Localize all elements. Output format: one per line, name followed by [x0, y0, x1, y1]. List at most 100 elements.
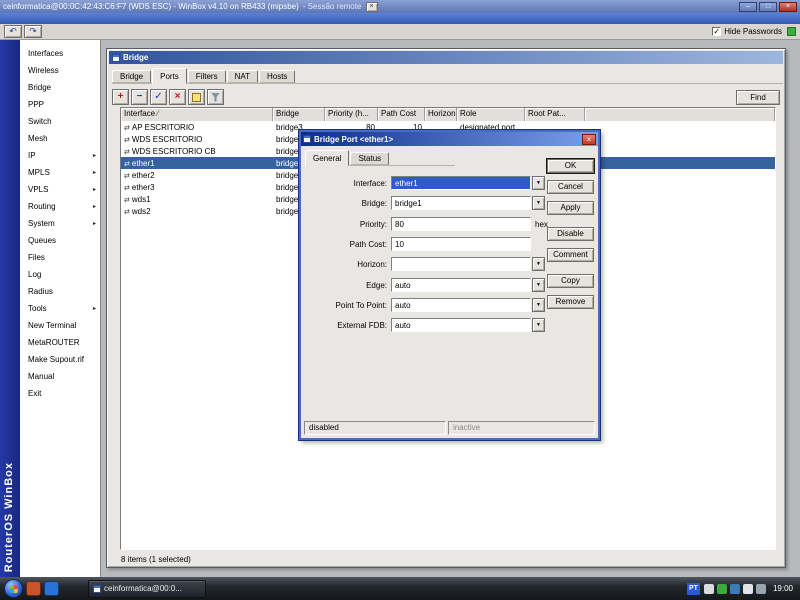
sidebar-item-new-terminal[interactable]: New Terminal: [20, 317, 100, 334]
sidebar-item-mesh[interactable]: Mesh: [20, 130, 100, 147]
column-header-role[interactable]: Role: [457, 108, 525, 121]
cancel-button[interactable]: Cancel: [547, 180, 594, 194]
sidebar-item-label: Exit: [28, 389, 42, 398]
volume-icon[interactable]: [742, 583, 753, 594]
sidebar-item-bridge[interactable]: Bridge: [20, 79, 100, 96]
sidebar-item-log[interactable]: Log: [20, 266, 100, 283]
sidebar-item-vpls[interactable]: VPLS ▸: [20, 181, 100, 198]
sidebar-item-ip[interactable]: IP ▸: [20, 147, 100, 164]
dialog-tab-general[interactable]: General: [305, 150, 350, 166]
network-icon[interactable]: [755, 583, 766, 594]
tab-hosts[interactable]: Hosts: [258, 70, 296, 83]
column-header-priority-h[interactable]: Priority (h...: [325, 108, 378, 121]
sidebar-item-label: MetaROUTER: [28, 338, 80, 347]
bridge-window-titlebar[interactable]: Bridge: [109, 51, 783, 64]
dropdown-arrow-icon[interactable]: ▼: [532, 318, 545, 332]
dropdown-arrow-icon[interactable]: ▼: [532, 278, 545, 292]
bridge-input[interactable]: bridge1: [391, 196, 531, 210]
sidebar-item-mpls[interactable]: MPLS ▸: [20, 164, 100, 181]
bridge-window-title: Bridge: [123, 53, 149, 62]
tab-ports[interactable]: Ports: [152, 68, 187, 84]
column-header-interface[interactable]: Interface ∕: [121, 108, 273, 121]
interface-input[interactable]: ether1: [391, 176, 531, 190]
sidebar-item-queues[interactable]: Queues: [20, 232, 100, 249]
sidebar-item-make-supout-rif[interactable]: Make Supout.rif: [20, 351, 100, 368]
priority-input[interactable]: 80: [391, 217, 531, 231]
sidebar-item-metarouter[interactable]: MetaROUTER: [20, 334, 100, 351]
sidebar-item-label: System: [28, 219, 55, 228]
hide-passwords-checkbox[interactable]: ✓: [712, 27, 722, 36]
dialog-tab-status[interactable]: Status: [350, 152, 390, 165]
apply-button[interactable]: Apply: [547, 201, 594, 215]
interface-name: wds1: [131, 194, 151, 204]
explorer-icon[interactable]: [44, 581, 59, 596]
dropdown-arrow-icon[interactable]: ▼: [532, 298, 545, 312]
disable-button[interactable]: ×: [169, 89, 186, 105]
remove-button[interactable]: −: [131, 89, 148, 105]
sidebar-item-files[interactable]: Files: [20, 249, 100, 266]
sidebar-item-wireless[interactable]: Wireless: [20, 62, 100, 79]
disable-icon: ×: [174, 91, 181, 102]
path-cost-input[interactable]: 10: [391, 237, 531, 251]
language-indicator[interactable]: PT: [686, 582, 700, 595]
taskbar-task-button[interactable]: ceinformatica@00:0...: [88, 579, 206, 598]
task-icon: [93, 584, 101, 593]
winbox-client-area: RouterOS WinBox Interfaces Wireless Bridge…: [0, 40, 800, 577]
dialog-titlebar[interactable]: Bridge Port <ether1> ×: [301, 132, 598, 146]
maximize-button[interactable]: □: [759, 1, 777, 12]
sidebar-item-exit[interactable]: Exit: [20, 385, 100, 402]
hide-passwords[interactable]: ✓ Hide Passwords: [712, 27, 796, 36]
browser-icon[interactable]: [26, 581, 41, 596]
updown-arrow-icon[interactable]: ▼: [532, 257, 545, 271]
dropdown-arrow-icon[interactable]: ▼: [532, 176, 545, 190]
dialog-close-button[interactable]: ×: [582, 133, 596, 145]
remove-button[interactable]: Remove: [547, 295, 594, 309]
minimize-button[interactable]: –: [739, 1, 757, 12]
tab-bridge[interactable]: Bridge: [112, 70, 152, 83]
external-fdb-input[interactable]: auto: [391, 318, 531, 332]
bridge-port-dialog: Bridge Port <ether1> × General Status Int…: [299, 130, 600, 440]
field-label: Path Cost:: [349, 239, 387, 249]
keyboard-icon[interactable]: [703, 583, 714, 594]
close-button[interactable]: ×: [779, 1, 797, 12]
sidebar-item-system[interactable]: System ▸: [20, 215, 100, 232]
column-header-bridge[interactable]: Bridge: [273, 108, 325, 121]
undo-button[interactable]: ↶: [4, 25, 22, 38]
comment-button[interactable]: Comment: [547, 248, 594, 262]
sidebar-item-switch[interactable]: Switch: [20, 113, 100, 130]
security-icon[interactable]: [716, 583, 727, 594]
ok-button[interactable]: OK: [547, 159, 594, 173]
sidebar-item-tools[interactable]: Tools ▸: [20, 300, 100, 317]
tab-nat[interactable]: NAT: [226, 70, 258, 83]
comment-button[interactable]: [188, 89, 205, 105]
add-button[interactable]: +: [112, 89, 129, 105]
sidebar-item-radius[interactable]: Radius: [20, 283, 100, 300]
horizon-input[interactable]: [391, 257, 531, 271]
dropdown-arrow-icon[interactable]: ▼: [532, 196, 545, 210]
column-header-horizon[interactable]: Horizon: [425, 108, 457, 121]
redo-button[interactable]: ↷: [24, 25, 42, 38]
sidebar-item-ppp[interactable]: PPP: [20, 96, 100, 113]
port-icon: ⇄: [124, 184, 130, 192]
display-icon[interactable]: [729, 583, 740, 594]
remote-titlebar[interactable]: ceinformatica@00:0C:42:43:C6:F7 (WDS ESC…: [0, 0, 800, 13]
point-to-point-input[interactable]: auto: [391, 298, 531, 312]
field-row-external-fdb: External FDB: auto ▼: [307, 318, 598, 332]
session-close-button[interactable]: ×: [365, 1, 378, 12]
sidebar-item-manual[interactable]: Manual: [20, 368, 100, 385]
sidebar-item-label: Log: [28, 270, 42, 279]
disable-button[interactable]: Disable: [547, 227, 594, 241]
enable-button[interactable]: ✓: [150, 89, 167, 105]
sidebar-item-routing[interactable]: Routing ▸: [20, 198, 100, 215]
filter-button[interactable]: [207, 89, 224, 105]
column-header-root-pat[interactable]: Root Pat...: [525, 108, 585, 121]
sidebar-item-label: Files: [28, 253, 45, 262]
tab-filters[interactable]: Filters: [187, 70, 226, 83]
edge-input[interactable]: auto: [391, 278, 531, 292]
interface-cell: ⇄ ether3: [121, 183, 273, 192]
column-header-path-cost[interactable]: Path Cost: [378, 108, 425, 121]
sidebar-item-interfaces[interactable]: Interfaces: [20, 45, 100, 62]
find-button[interactable]: Find: [736, 89, 780, 105]
start-button[interactable]: [4, 579, 23, 598]
copy-button[interactable]: Copy: [547, 274, 594, 288]
